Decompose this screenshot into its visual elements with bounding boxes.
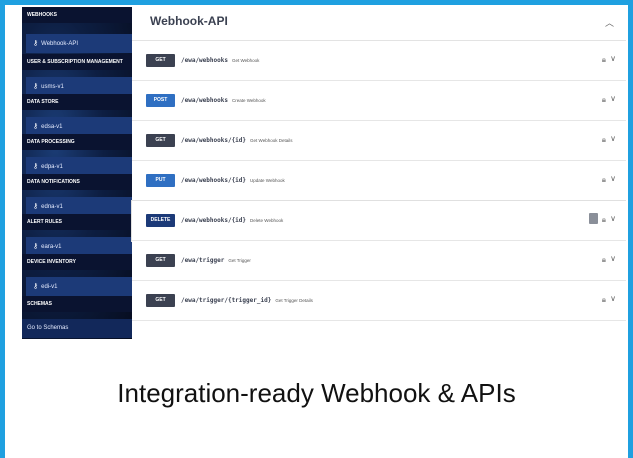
go-to-schemas-link[interactable]: Go to Schemas — [22, 319, 132, 338]
sidebar-section-title: WEBHOOKS — [22, 7, 132, 23]
chevron-up-icon[interactable]: ︿ — [605, 16, 614, 29]
operation-path: /ewa/webhooks/{id} Get Webhook Details — [181, 134, 292, 147]
chevron-down-icon[interactable]: ∨ — [610, 134, 616, 143]
path-text: /ewa/trigger/{trigger_id} — [181, 297, 272, 304]
chevron-down-icon[interactable]: ∨ — [610, 214, 616, 223]
operation-summary: Get Webhook — [231, 58, 260, 63]
operation-path: /ewa/trigger/{trigger_id} Get Trigger Det… — [181, 294, 313, 307]
sidebar-item-label: edpa-v1 — [41, 164, 63, 170]
chevron-down-icon[interactable]: ∨ — [610, 94, 616, 103]
key-icon: ⚷ — [33, 163, 39, 170]
operation-summary: Get Trigger — [228, 258, 251, 263]
sidebar-section-title: DATA STORE — [22, 94, 132, 110]
sidebar-section-title: ALERT RULES — [22, 214, 132, 230]
path-text: /ewa/webhooks — [181, 57, 228, 64]
tag-header[interactable]: Webhook-API ︿ — [132, 7, 626, 41]
operation-row[interactable]: GET /ewa/trigger/{trigger_id} Get Trigger… — [132, 281, 626, 321]
method-badge: GET — [146, 54, 175, 67]
operation-path: /ewa/trigger Get Trigger — [181, 254, 251, 267]
lock-icon[interactable]: 🔒︎ — [602, 95, 606, 105]
sidebar-section-title: DATA NOTIFICATIONS — [22, 174, 132, 190]
screenshot-panel: WEBHOOKS ⚷ Webhook-API USER & SUBSCRIPTIO… — [22, 7, 626, 339]
operation-path: /ewa/webhooks/{id} Delete Webhook — [181, 214, 283, 227]
chevron-down-icon[interactable]: ∨ — [610, 294, 616, 303]
operation-row[interactable]: PUT /ewa/webhooks/{id} Update Webhook 🔒︎ … — [132, 161, 626, 201]
sidebar-section-schemas: SCHEMAS — [22, 296, 132, 312]
chevron-down-icon[interactable]: ∨ — [610, 54, 616, 63]
operation-row[interactable]: GET /ewa/webhooks/{id} Get Webhook Detail… — [132, 121, 626, 161]
key-icon: ⚷ — [33, 40, 39, 47]
sidebar-item-label: eara-v1 — [41, 244, 62, 250]
lock-icon[interactable]: 🔒︎ — [602, 55, 606, 65]
operation-row[interactable]: DELETE /ewa/webhooks/{id} Delete Webhook … — [132, 201, 626, 241]
method-badge: GET — [146, 134, 175, 147]
sidebar-item-label: edi-v1 — [41, 284, 58, 290]
key-icon: ⚷ — [33, 203, 39, 210]
main-panel: Webhook-API ︿ GET /ewa/webhooks Get Webho… — [132, 7, 626, 339]
operation-summary: Update Webhook — [250, 178, 285, 183]
lock-icon[interactable]: 🔒︎ — [602, 255, 606, 265]
method-badge: GET — [146, 294, 175, 307]
path-text: /ewa/webhooks/{id} — [181, 177, 247, 184]
operation-row[interactable]: GET /ewa/webhooks Get Webhook 🔒︎ ∨ — [132, 41, 626, 81]
key-icon: ⚷ — [33, 123, 39, 130]
sidebar-item-label: edsa-v1 — [41, 124, 63, 130]
operation-summary: Create Webhook — [231, 98, 266, 103]
key-icon: ⚷ — [33, 283, 39, 290]
sidebar-section-title: DATA PROCESSING — [22, 134, 132, 150]
sidebar-item-edi[interactable]: ⚷ edi-v1 — [26, 277, 132, 296]
operation-path: /ewa/webhooks Create Webhook — [181, 94, 266, 107]
operation-path: /ewa/webhooks/{id} Update Webhook — [181, 174, 285, 187]
method-badge: DELETE — [146, 214, 175, 227]
path-text: /ewa/trigger — [181, 257, 225, 264]
operation-summary: Get Trigger Details — [275, 298, 313, 303]
path-text: /ewa/webhooks/{id} — [181, 137, 247, 144]
operation-row[interactable]: GET /ewa/trigger Get Trigger 🔒︎ ∨ — [132, 241, 626, 281]
page-title: Webhook-API — [150, 14, 228, 28]
sidebar: WEBHOOKS ⚷ Webhook-API USER & SUBSCRIPTIO… — [22, 7, 132, 339]
path-text: /ewa/webhooks — [181, 97, 228, 104]
sidebar-item-label: edna-v1 — [41, 204, 63, 210]
path-text: /ewa/webhooks/{id} — [181, 217, 247, 224]
operation-summary: Get Webhook Details — [250, 138, 293, 143]
sidebar-item-label: usms-v1 — [41, 84, 64, 90]
operation-row[interactable]: POST /ewa/webhooks Create Webhook 🔒︎ ∨ — [132, 81, 626, 121]
sidebar-item-webhook-api[interactable]: ⚷ Webhook-API — [26, 34, 132, 53]
copy-icon[interactable] — [589, 213, 598, 224]
operation-path: /ewa/webhooks Get Webhook — [181, 54, 259, 67]
key-icon: ⚷ — [33, 243, 39, 250]
key-icon: ⚷ — [33, 83, 39, 90]
chevron-down-icon[interactable]: ∨ — [610, 254, 616, 263]
lock-icon[interactable]: 🔒︎ — [602, 135, 606, 145]
sidebar-section-title: USER & SUBSCRIPTION MANAGEMENT — [22, 54, 132, 70]
operation-summary: Delete Webhook — [250, 218, 284, 223]
lock-icon[interactable]: 🔒︎ — [602, 215, 606, 225]
sidebar-item-label: Webhook-API — [41, 41, 79, 47]
lock-icon[interactable]: 🔒︎ — [602, 175, 606, 185]
caption-text: Integration-ready Webhook & APIs — [117, 378, 516, 408]
method-badge: PUT — [146, 174, 175, 187]
sidebar-section-title: DEVICE INVENTORY — [22, 254, 132, 270]
lock-icon[interactable]: 🔒︎ — [602, 295, 606, 305]
method-badge: GET — [146, 254, 175, 267]
method-badge: POST — [146, 94, 175, 107]
chevron-down-icon[interactable]: ∨ — [610, 174, 616, 183]
